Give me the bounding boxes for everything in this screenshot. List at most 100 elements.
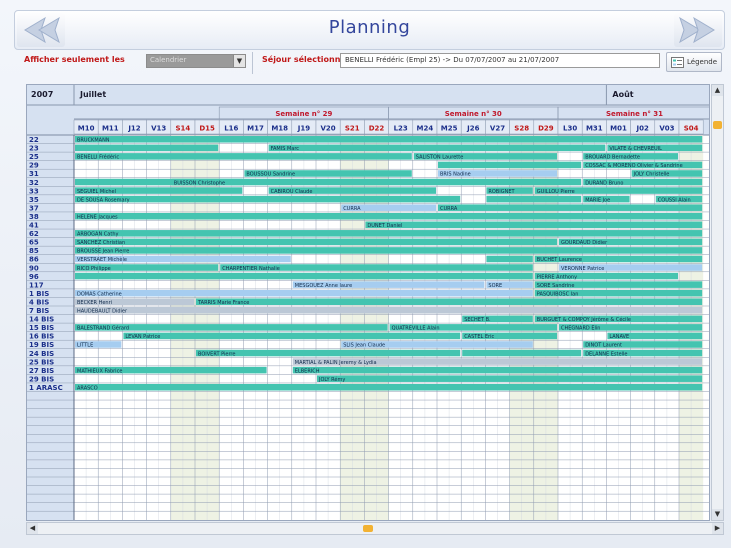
room-label: 27 BIS [29,367,54,375]
reservation-bar[interactable] [75,383,703,391]
room-label: 41 [29,222,39,230]
day-label: M01 [610,125,627,133]
reservation-bar[interactable] [317,375,703,382]
day-label: M24 [417,125,434,133]
reservation-label: MATHIEUX Fabrice [77,368,122,374]
reservation-bar[interactable] [268,144,606,152]
day-label: J02 [636,125,649,133]
reservation-label: LANAVE [609,334,629,340]
reservation-bar[interactable] [171,178,582,186]
reservation-bar[interactable] [486,255,533,263]
day-label: D22 [369,125,385,133]
reservation-bar[interactable] [75,289,533,297]
reservation-label: SECHET B. [464,317,491,323]
horizontal-scroll-thumb[interactable] [363,525,373,532]
month-label: Août [612,90,633,99]
day-label: V03 [659,125,674,133]
reservation-bar[interactable] [196,349,461,357]
reservation-label: CURRA [343,206,361,212]
room-label: 14 BIS [29,316,54,324]
vertical-scroll-thumb[interactable] [713,121,722,129]
reservation-label: QUATREVILLE Alain [392,326,440,332]
reservation-label: PASQUIBOSC Ian [537,291,579,297]
reservation-label: VERONNE Patrice [561,266,604,272]
reservation-label: BECKER Henri [77,300,112,306]
room-label: 86 [29,256,39,264]
filter-selected-value: Calendrier [150,56,187,64]
reservation-label: CASTEL Eric [464,334,494,340]
day-label: M10 [78,125,95,133]
room-label: 1 ARASC [29,384,63,392]
filter-dropdown[interactable]: Calendrier ▼ [146,54,246,68]
room-label: 96 [29,273,39,281]
reservation-label: BRIS Nadine [440,172,471,178]
day-label: M11 [102,125,119,133]
next-period-button[interactable] [674,13,722,47]
reservation-bar[interactable] [486,195,582,203]
chevron-down-icon[interactable]: ▼ [233,55,245,67]
scroll-down-icon[interactable]: ▼ [712,509,723,520]
reservation-bar[interactable] [123,332,461,340]
reservation-label: GUILLOU Pierre [537,189,575,195]
day-label: V20 [321,125,336,133]
room-label: 62 [29,230,39,238]
reservation-bar[interactable] [365,221,703,229]
room-label: 22 [29,136,39,144]
reservation-bar[interactable] [292,366,703,374]
day-label: M17 [247,125,264,133]
room-label: 32 [29,179,39,187]
day-label: M31 [586,125,603,133]
reservation-bar[interactable] [75,144,219,152]
legend-button[interactable]: Légende [666,52,722,72]
planning-grid[interactable]: 2007 Juillet Août Semaine n° 29 Semaine n° 3… [26,84,710,521]
reservation-bar[interactable] [196,298,703,305]
reservation-label: CURRA [440,206,458,212]
reservation-label: COSSAC & MORENO Olivier & Sandrine [585,163,682,169]
scroll-up-icon[interactable]: ▲ [712,85,723,96]
room-label: 15 BIS [29,324,54,332]
scroll-right-icon[interactable]: ▶ [712,523,723,534]
week-label: Semaine n° 29 [275,110,332,118]
horizontal-scrollbar[interactable]: ◀ ▶ [26,522,724,535]
reservation-label: GOURDAUD Didier [561,240,608,246]
reservation-label: SORE Sandrine [537,283,575,289]
reservation-bar[interactable] [438,204,703,211]
reservation-bar[interactable] [75,238,557,246]
reservation-label: BROUSSE Jean Pierre [77,249,129,255]
room-label: 19 BIS [29,341,54,349]
reservation-label: DE SOUSA Rosemary [77,197,130,203]
scroll-left-icon[interactable]: ◀ [27,523,38,534]
reservation-label: VERSTRAET Michèle [77,256,127,263]
reservation-label: LEVAN Patrice [125,334,160,340]
day-label: M18 [271,125,288,133]
room-label: 33 [29,187,39,195]
reservation-label: HAUDEBAULT Didier [77,309,128,315]
day-label: D29 [538,125,554,133]
reservation-bar[interactable] [75,307,703,314]
room-label: 117 [29,281,44,289]
reservation-bar[interactable] [75,272,533,280]
reservation-label: BENELLI Frédéric [77,154,119,161]
reservation-bar[interactable] [75,153,412,160]
reservation-label: MESGOUEZ Anne laure [295,283,352,289]
reservation-bar[interactable] [75,136,703,143]
filter-bar: Afficher seulement les Calendrier ▼ Séjo… [14,52,725,76]
reservation-label: SORE [488,283,502,289]
page-title: Planning [328,17,411,38]
reservation-bar[interactable] [75,247,703,254]
reservation-bar[interactable] [462,349,582,357]
reservation-label: LITTLE [77,343,93,349]
reservation-label: COUSSI Alain [658,197,691,203]
room-label: 25 BIS [29,358,54,366]
reservation-bar[interactable] [75,230,703,237]
reservation-bar[interactable] [438,161,582,169]
reservation-label: SEGUIEL Michel [77,189,116,195]
reservation-bar[interactable] [75,212,703,220]
reservation-bar[interactable] [75,195,461,203]
reservation-label: BUCHET Laurence [537,257,582,263]
room-label: 16 BIS [29,333,54,341]
vertical-scrollbar[interactable]: ▲ ▼ [711,84,724,521]
selected-sejour-field[interactable]: BENELLI Frédéric (Empl 25) -> Du 07/07/2… [340,53,660,68]
reservation-label: DUNET Daniel [367,223,402,229]
room-label: 38 [29,213,39,221]
